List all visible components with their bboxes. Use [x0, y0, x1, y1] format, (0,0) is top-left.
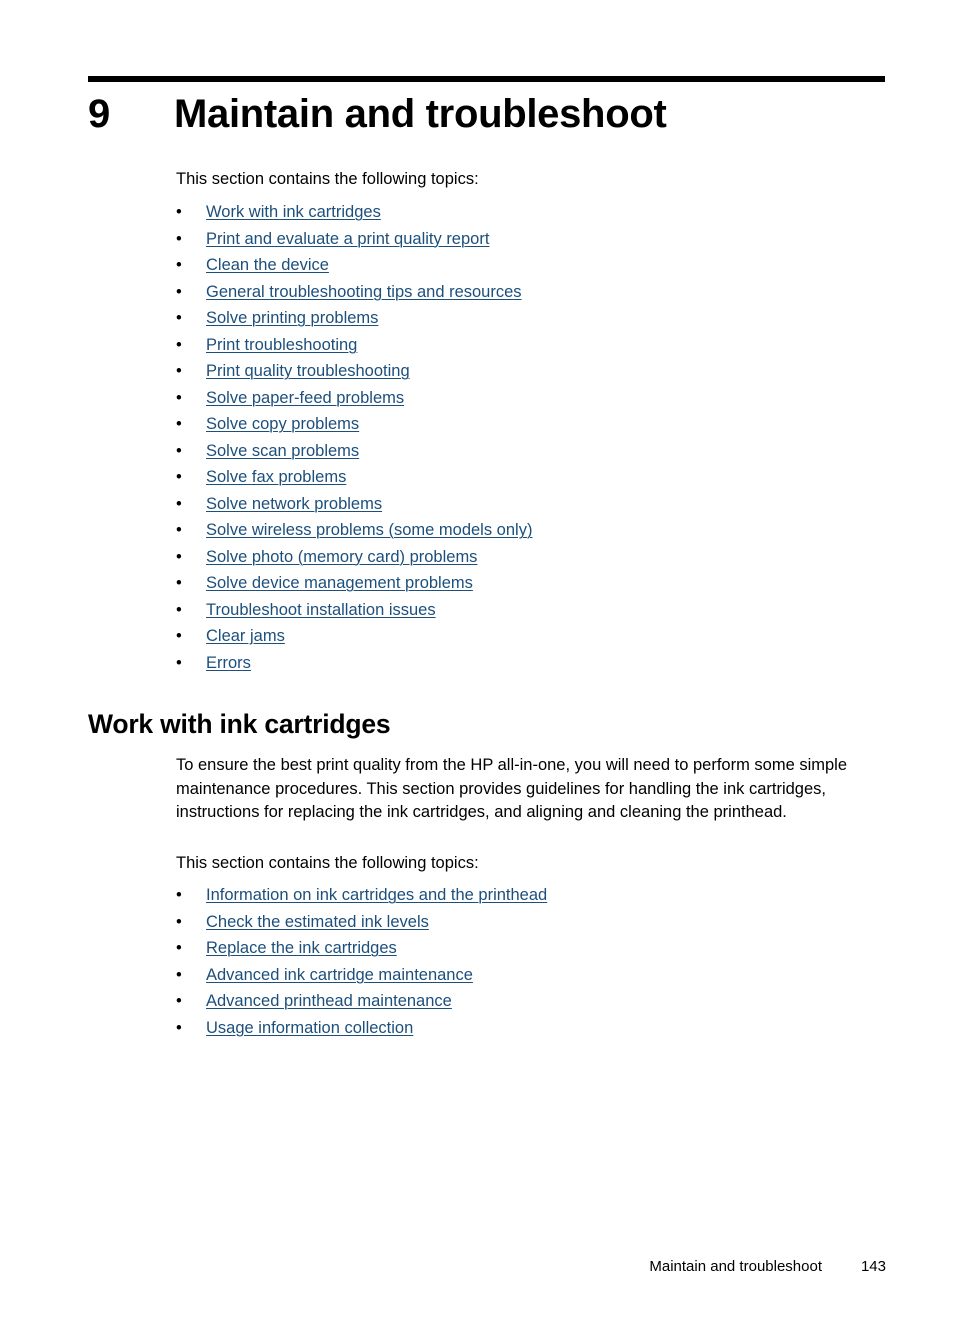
bullet-icon: •: [176, 627, 182, 645]
bullet-icon: •: [176, 309, 182, 327]
toc-link[interactable]: Solve device management problems: [206, 570, 473, 597]
bullet-icon: •: [176, 415, 182, 433]
bullet-icon: •: [176, 574, 182, 592]
footer-page-number: 143: [860, 1258, 886, 1275]
toc-link[interactable]: Check the estimated ink levels: [206, 909, 429, 936]
chapter-topics-intro: This section contains the following topi…: [176, 170, 479, 188]
bullet-icon: •: [176, 886, 182, 904]
bullet-icon: •: [176, 600, 182, 619]
list-item[interactable]: • Information on ink cartridges and the p…: [176, 882, 876, 909]
bullet-icon: •: [176, 468, 182, 486]
toc-link[interactable]: Troubleshoot installation issues: [206, 597, 436, 624]
list-item[interactable]: • Check the estimated ink levels: [176, 909, 876, 936]
toc-link[interactable]: Replace the ink cartridges: [206, 935, 397, 962]
bullet-icon: •: [176, 547, 182, 566]
section-topics-intro: This section contains the following topi…: [176, 854, 479, 872]
bullet-icon: •: [176, 256, 182, 274]
chapter-header: 9 Maintain and troubleshoot: [88, 90, 888, 138]
list-item[interactable]: • Solve scan problems: [176, 438, 876, 465]
chapter-rule-divider: [88, 76, 885, 82]
toc-link[interactable]: Advanced printhead maintenance: [206, 988, 452, 1015]
list-item[interactable]: • Print quality troubleshooting: [176, 358, 876, 385]
bullet-icon: •: [176, 282, 182, 301]
bullet-icon: •: [176, 441, 182, 460]
chapter-number: 9: [88, 92, 110, 136]
toc-link[interactable]: Clean the device: [206, 252, 329, 279]
list-item[interactable]: • Clean the device: [176, 252, 876, 279]
toc-link[interactable]: Print and evaluate a print quality repor…: [206, 226, 489, 253]
bullet-icon: •: [176, 203, 182, 221]
footer-chapter-name: Maintain and troubleshoot: [649, 1258, 822, 1275]
toc-link[interactable]: Usage information collection: [206, 1015, 413, 1042]
toc-link[interactable]: Solve fax problems: [206, 464, 346, 491]
bullet-icon: •: [176, 521, 182, 539]
bullet-icon: •: [176, 912, 182, 931]
list-item[interactable]: • Errors: [176, 650, 876, 677]
chapter-topics-list: • Work with ink cartridges • Print and eval…: [176, 199, 876, 676]
toc-link[interactable]: Advanced ink cartridge maintenance: [206, 962, 473, 989]
section-heading: Work with ink cartridges: [88, 709, 391, 739]
list-item[interactable]: • Solve photo (memory card) problems: [176, 544, 876, 571]
list-item[interactable]: • Advanced printhead maintenance: [176, 988, 876, 1015]
list-item[interactable]: • Solve paper-feed problems: [176, 385, 876, 412]
list-item[interactable]: • Advanced ink cartridge maintenance: [176, 962, 876, 989]
list-item[interactable]: • Replace the ink cartridges: [176, 935, 876, 962]
list-item[interactable]: • Troubleshoot installation issues: [176, 597, 876, 624]
bullet-icon: •: [176, 494, 182, 513]
list-item[interactable]: • Solve printing problems: [176, 305, 876, 332]
toc-link[interactable]: General troubleshooting tips and resourc…: [206, 279, 522, 306]
toc-link[interactable]: Clear jams: [206, 623, 285, 650]
list-item[interactable]: • Work with ink cartridges: [176, 199, 876, 226]
list-item[interactable]: • Print troubleshooting: [176, 332, 876, 359]
bullet-icon: •: [176, 229, 182, 248]
bullet-icon: •: [176, 335, 182, 354]
document-page: 9 Maintain and troubleshoot This section…: [0, 0, 954, 1321]
toc-link[interactable]: Solve copy problems: [206, 411, 359, 438]
list-item[interactable]: • General troubleshooting tips and resour…: [176, 279, 876, 306]
section-paragraph: To ensure the best print quality from th…: [176, 756, 848, 821]
bullet-icon: •: [176, 388, 182, 407]
bullet-icon: •: [176, 939, 182, 957]
list-item[interactable]: • Solve network problems: [176, 491, 876, 518]
toc-link[interactable]: Solve photo (memory card) problems: [206, 544, 477, 571]
list-item[interactable]: • Usage information collection: [176, 1015, 876, 1042]
list-item[interactable]: • Solve wireless problems (some models on…: [176, 517, 876, 544]
section-topics-list: • Information on ink cartridges and the p…: [176, 882, 876, 1041]
toc-link[interactable]: Solve wireless problems (some models onl…: [206, 517, 532, 544]
bullet-icon: •: [176, 992, 182, 1010]
toc-link[interactable]: Information on ink cartridges and the pr…: [206, 882, 547, 909]
toc-link[interactable]: Solve paper-feed problems: [206, 385, 404, 412]
bullet-icon: •: [176, 965, 182, 984]
bullet-icon: •: [176, 1018, 182, 1037]
toc-link[interactable]: Print quality troubleshooting: [206, 358, 410, 385]
list-item[interactable]: • Clear jams: [176, 623, 876, 650]
list-item[interactable]: • Print and evaluate a print quality repo…: [176, 226, 876, 253]
toc-link[interactable]: Solve scan problems: [206, 438, 359, 465]
page-footer: Maintain and troubleshoot 143: [88, 1257, 886, 1277]
list-item[interactable]: • Solve device management problems: [176, 570, 876, 597]
bullet-icon: •: [176, 362, 182, 380]
toc-link[interactable]: Solve network problems: [206, 491, 382, 518]
list-item[interactable]: • Solve copy problems: [176, 411, 876, 438]
bullet-icon: •: [176, 653, 182, 672]
toc-link[interactable]: Errors: [206, 650, 251, 677]
toc-link[interactable]: Work with ink cartridges: [206, 199, 381, 226]
toc-link[interactable]: Solve printing problems: [206, 305, 378, 332]
list-item[interactable]: • Solve fax problems: [176, 464, 876, 491]
toc-link[interactable]: Print troubleshooting: [206, 332, 357, 359]
page-title: Maintain and troubleshoot: [174, 92, 667, 136]
